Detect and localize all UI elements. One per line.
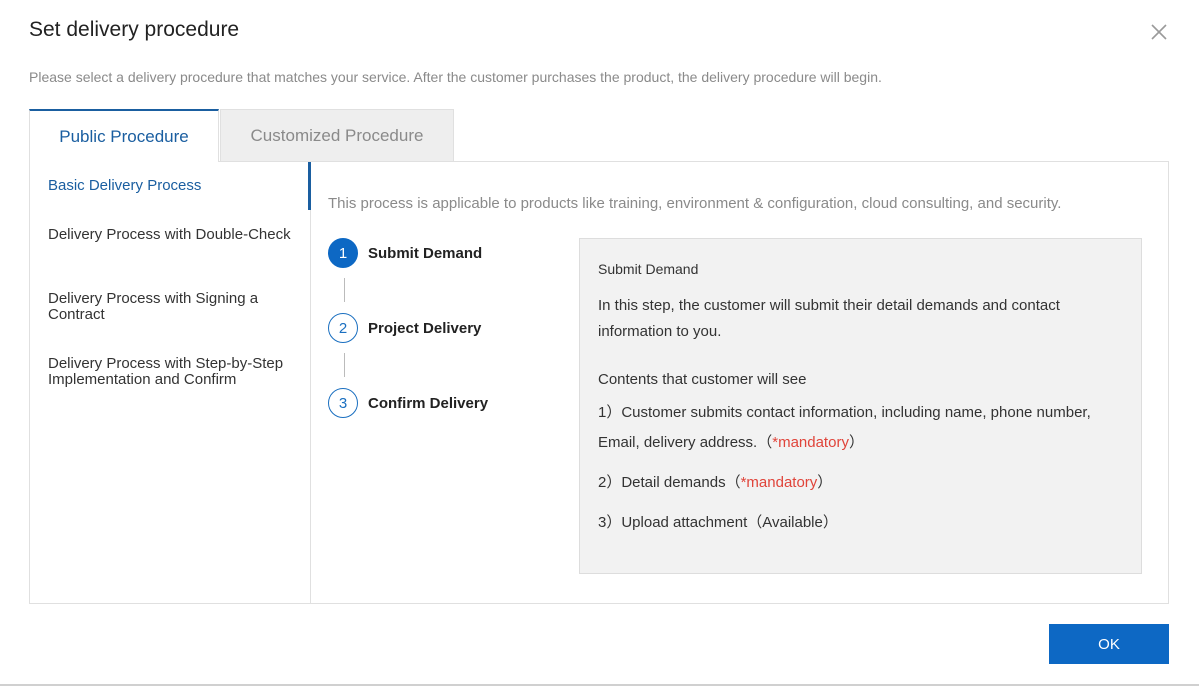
step-info-box: Submit Demand In this step, the customer… [579,238,1142,574]
info-list-item: 1）Customer submits contact information, … [598,398,1123,458]
sidebar-item-signing-contract[interactable]: Delivery Process with Signing a Contract [48,291,298,323]
step-label: Submit Demand [368,244,483,262]
ok-button[interactable]: OK [1049,624,1169,664]
tab-customized-procedure[interactable]: Customized Procedure [220,109,454,162]
step-number: 2 [328,313,358,343]
step-label: Project Delivery [368,319,482,337]
item-text: 3）Upload attachment（Available） [598,514,838,531]
dialog-title: Set delivery procedure [29,18,240,41]
close-icon[interactable] [1148,21,1170,43]
dialog-subtitle: Please select a delivery procedure that … [29,69,882,85]
step-connector [344,278,345,302]
step-connector [344,353,345,377]
info-title: Submit Demand [598,261,699,277]
step-number: 3 [328,388,358,418]
item-suffix: ） [817,474,833,491]
item-text: 2）Detail demands（ [598,474,741,491]
sidebar-item-step-by-step[interactable]: Delivery Process with Step-by-Step Imple… [48,356,298,388]
procedure-sidebar: Basic Delivery Process Delivery Process … [30,162,311,603]
process-description: This process is applicable to products l… [328,195,1062,212]
procedure-panel: Basic Delivery Process Delivery Process … [29,161,1169,604]
sidebar-active-indicator [308,162,311,210]
step-project-delivery[interactable]: 2 Project Delivery [328,313,481,343]
delivery-procedure-dialog: Set delivery procedure Please select a d… [0,0,1199,686]
info-text: In this step, the customer will submit t… [598,297,1060,340]
item-suffix: ） [848,434,864,451]
step-number: 1 [328,238,358,268]
sidebar-item-basic-delivery[interactable]: Basic Delivery Process [48,178,298,194]
mandatory-label: *mandatory [772,434,849,451]
sidebar-item-double-check[interactable]: Delivery Process with Double-Check [48,227,298,243]
mandatory-label: *mandatory [740,474,818,491]
step-confirm-delivery[interactable]: 3 Confirm Delivery [328,388,488,418]
info-list-item: 2）Detail demands（*mandatory） [598,468,1123,498]
tab-public-procedure[interactable]: Public Procedure [29,109,219,162]
step-submit-demand[interactable]: 1 Submit Demand [328,238,482,268]
step-label: Confirm Delivery [368,394,489,412]
info-subheading: Contents that customer will see [598,371,807,388]
info-list-item: 3）Upload attachment（Available） [598,508,1123,538]
